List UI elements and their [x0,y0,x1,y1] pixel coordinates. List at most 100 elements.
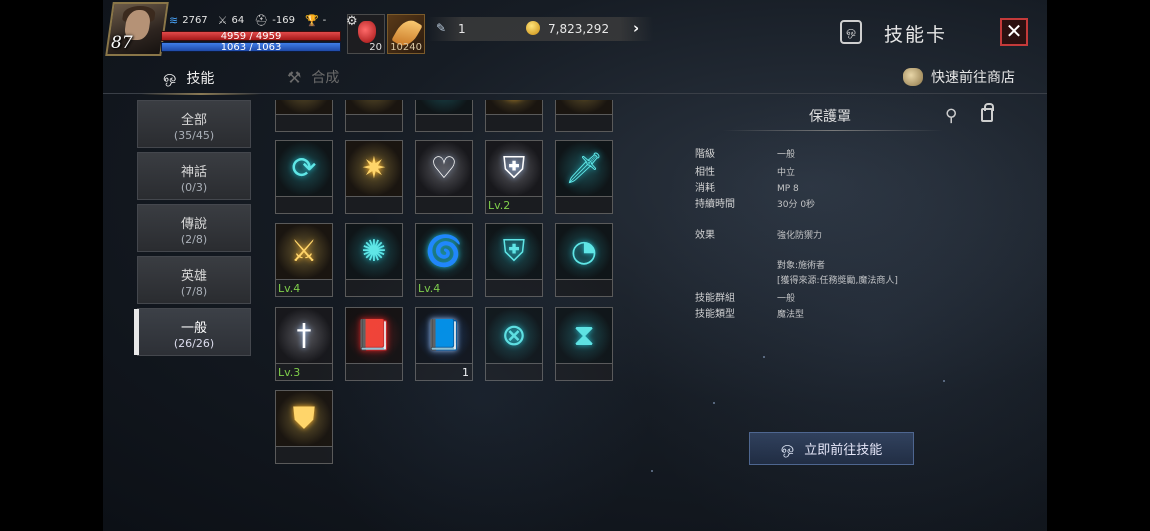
star-particle [943,380,945,382]
page-title: 技能卡 [884,24,948,46]
skill-source: [獲得來源:任務獎勵,魔法商人] [777,276,898,286]
skill-card-icon: ஒ [840,20,862,44]
gold-sword-icon: ⚔ [290,234,318,269]
detail-row: 階級 一般 [695,149,796,160]
close-button[interactable]: ✕ [1000,18,1028,46]
skill-target: 對象:施術者 [777,261,826,271]
category-all[interactable]: 全部 (35/45) [137,100,251,148]
currency-bar: ✎ 1 7,823,292 › [428,17,653,41]
tab-skill[interactable]: ஒ 技能 [140,67,262,95]
category-list: 全部 (35/45) 神話 (0/3) 傳說 (2/8) 英雄 (7/8) 一般… [134,100,253,360]
gold-coin-icon [526,21,540,35]
detail-row: 持續時間 30分 0秒 [695,199,816,210]
skill-card[interactable]: ◠ [415,100,473,132]
skill-card[interactable]: ⛨ Lv.2 [485,140,543,214]
player-stats: ≋ 2767 ⚔ 64 ⛑ -169 🏆 - [169,14,326,27]
category-normal[interactable]: 一般 (26/26) [134,308,251,356]
mana-icon: ≋ [169,14,179,27]
skill-card[interactable]: ✝ [555,100,613,132]
hp-bar: 4959 / 4959 [161,31,341,42]
gear-icon[interactable]: ⚙ [346,14,358,29]
sword-icon: ⚔ [217,14,228,27]
skill-card[interactable]: ◎ [485,100,543,132]
cross-shield-icon: ⛨ [502,234,526,269]
teal-arc-icon: ◠ [416,100,472,114]
slot-count: 10240 [390,42,422,53]
gold-burst-icon: ✷ [361,151,387,186]
teal-sword-icon: 🗡 [564,151,604,186]
gem-amount: 1 [458,22,466,36]
skill-level: Lv.4 [278,282,301,295]
detail-row: 消耗 MP 8 [695,183,799,194]
teal-sun-icon: ✺ [361,234,387,269]
skill-card[interactable]: ⚔ Lv.4 [275,223,333,297]
mp-stat: ≋ 2767 [169,14,208,27]
skill-card[interactable]: ≈ [275,100,333,132]
skill-grid: ≈ ∿ ◠ ◎ ✝ ⟳ ✷ ♡ [273,100,623,470]
skill-card[interactable]: ✺ [345,223,403,297]
detail-row: 相性 中立 [695,167,796,178]
go-to-skill-button[interactable]: ஒ 立即前往技能 [749,432,914,465]
skill-card[interactable]: ♡ [415,140,473,214]
skill-card-selected[interactable]: ⛊ [275,390,333,464]
teal-clock-icon: ◔ [570,234,598,269]
helmet-icon: ⛑ [254,14,269,27]
skill-card[interactable]: 📘 1 [415,307,473,381]
skill-quantity: 1 [462,366,469,379]
skill-card[interactable]: ⛨ [485,223,543,297]
skill-card[interactable]: ∿ [345,100,403,132]
skill-name: 保護罩 [809,109,851,125]
sword-ring-icon: † [296,318,312,353]
gold-amount: 7,823,292 [548,22,610,36]
chevron-right-icon[interactable]: › [633,19,639,37]
skill-swirl-icon: ஒ [163,67,177,86]
teal-hourglass-icon: ⧗ [573,318,595,353]
red-potion-icon [358,21,376,43]
winged-heart-icon: ♡ [430,151,458,186]
attack-stat: ⚔ 64 [217,14,245,27]
gold-armor-icon: ⛊ [292,401,316,436]
player-level: 87 [111,33,133,53]
skill-card[interactable]: ◔ [555,223,613,297]
mp-bar: 1063 / 1063 [161,42,341,53]
skill-card[interactable]: ⊗ [485,307,543,381]
skill-card[interactable]: 🌀 Lv.4 [415,223,473,297]
gold-cross-icon: ✝ [556,100,612,114]
gold-wave-icon: ∿ [346,100,402,114]
quick-slot-potion[interactable]: ⚙ 20 [346,14,385,54]
skill-card[interactable]: 🗡 [555,140,613,214]
skill-card[interactable]: ⟳ [275,140,333,214]
teal-cross-ring-icon: ⊗ [501,318,527,353]
skill-card[interactable]: ⧗ [555,307,613,381]
skill-card[interactable]: ✷ [345,140,403,214]
skill-card[interactable]: † Lv.3 [275,307,333,381]
money-bag-icon [903,68,923,86]
search-icon[interactable]: ⚲ [945,106,957,126]
teal-whirl-icon: 🌀 [425,234,463,269]
skill-card[interactable]: 📕 [345,307,403,381]
lock-icon[interactable] [981,103,994,122]
divider [723,130,943,131]
tab-compose[interactable]: ⚒ 合成 [287,67,339,87]
red-book-icon: 📕 [355,318,393,353]
category-hero[interactable]: 英雄 (7/8) [137,256,251,304]
quick-slot-feather[interactable]: 10240 [387,14,425,54]
skill-swirl-icon: ஒ [780,438,795,457]
category-mythic[interactable]: 神話 (0/3) [137,152,251,200]
category-legendary[interactable]: 傳說 (2/8) [137,204,251,252]
top-bar: 87 ≋ 2767 ⚔ 64 ⛑ -169 🏆 - 4959 / 4959 1063 /… [103,0,1047,58]
slot-count: 20 [369,42,382,53]
blue-book-icon: 📘 [425,318,463,353]
skill-level: Lv.2 [488,199,511,212]
trophy-icon: 🏆 [304,14,319,27]
detail-row: 技能類型 魔法型 [695,309,805,320]
defense-stat: ⛑ -169 [254,14,295,27]
holy-cross-shield-icon: ⛨ [502,151,526,186]
detail-row: 技能群組 一般 [695,293,796,304]
quick-shop-link[interactable]: 快速前往商店 [903,67,1015,87]
skill-level: Lv.3 [278,366,301,379]
star-particle [651,470,653,472]
gold-ring-icon: ◎ [486,100,542,114]
gem-icon: ✎ [436,21,447,35]
craft-icon: ⚒ [287,67,302,87]
